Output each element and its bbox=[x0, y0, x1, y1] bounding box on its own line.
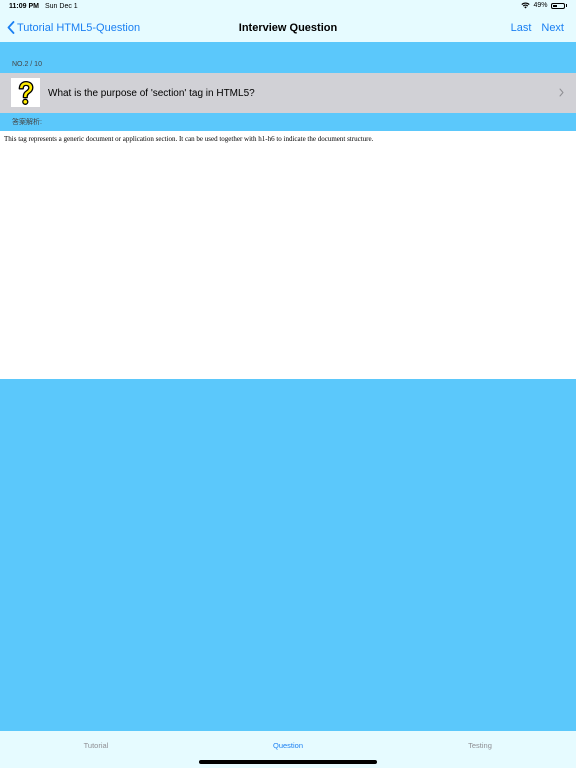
status-indicators: 49% bbox=[521, 2, 567, 9]
last-button[interactable]: Last bbox=[511, 22, 532, 34]
answer-panel: This tag represents a generic document o… bbox=[0, 131, 576, 379]
wifi-icon bbox=[521, 2, 531, 9]
home-indicator[interactable] bbox=[199, 760, 377, 764]
chevron-right-icon bbox=[559, 88, 564, 97]
status-date: Sun Dec 1 bbox=[45, 3, 78, 10]
question-counter: NO.2 / 10 bbox=[12, 61, 42, 68]
battery-icon bbox=[550, 2, 565, 9]
battery-percent: 49% bbox=[533, 2, 548, 9]
nav-title: Interview Question bbox=[238, 22, 338, 34]
answer-text: This tag represents a generic document o… bbox=[4, 135, 374, 143]
status-bar: 11:09 PM Sun Dec 1 49% bbox=[0, 0, 576, 14]
next-button[interactable]: Next bbox=[541, 22, 564, 34]
navigation-bar: Tutorial HTML5-Question Interview Questi… bbox=[0, 14, 576, 42]
battery-tip bbox=[565, 4, 567, 7]
answer-label: 答案解析: bbox=[12, 119, 42, 126]
question-text: What is the purpose of 'section' tag in … bbox=[48, 88, 255, 99]
status-time: 11:09 PM bbox=[9, 3, 39, 10]
nav-actions: Last Next bbox=[511, 22, 564, 34]
question-mark-icon bbox=[11, 78, 40, 107]
tab-tutorial[interactable]: Tutorial bbox=[0, 731, 192, 768]
app-window: 11:09 PM Sun Dec 1 49% Tutorial HTML5-Qu… bbox=[0, 0, 576, 768]
battery-fill bbox=[552, 4, 558, 7]
tab-testing[interactable]: Testing bbox=[384, 731, 576, 768]
question-row[interactable]: What is the purpose of 'section' tag in … bbox=[0, 73, 576, 113]
